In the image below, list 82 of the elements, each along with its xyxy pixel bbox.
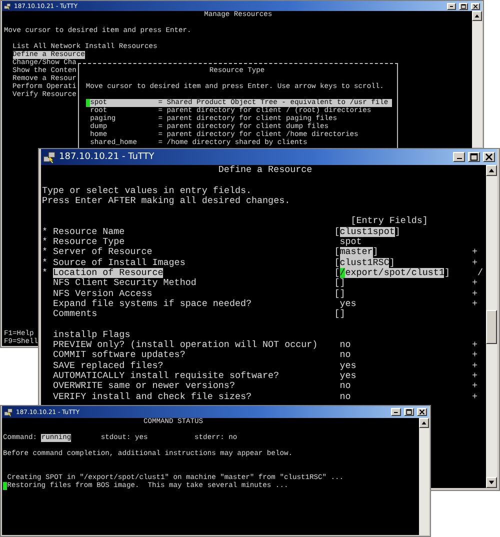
close-button[interactable] [483, 152, 495, 162]
close-icon [419, 409, 425, 415]
minimize-button[interactable] [391, 408, 401, 416]
field-label: VERIFY install and check file sizes? [53, 392, 252, 402]
scrollbar[interactable] [486, 165, 497, 488]
maximize-button[interactable] [459, 2, 468, 10]
field-hint: + [472, 258, 478, 268]
field-value: yes [340, 370, 356, 382]
text-cursor [86, 99, 90, 107]
field-value: yes [340, 360, 356, 371]
required-mark: * [42, 237, 48, 248]
field-label: Expand file systems if space needed? [53, 298, 252, 310]
field-label: AUTOMATICALLY install requisite software? [53, 370, 280, 381]
maximize-button[interactable] [404, 408, 414, 416]
maximize-icon [406, 409, 412, 415]
field-label: SAVE replaced files? [53, 360, 164, 371]
field-value: no [340, 392, 351, 402]
required-mark: * [42, 247, 48, 258]
scroll-up-icon [421, 420, 427, 426]
field-label: Resource Type [53, 237, 125, 248]
field-hint: + [472, 278, 478, 289]
field-hint: + [472, 360, 478, 371]
field-label: Resource Name [53, 226, 125, 238]
close-icon [473, 4, 478, 8]
instruction-text: Type or select values in entry fields. [42, 186, 252, 196]
field-hint: / [478, 268, 484, 278]
field-label: Comments [53, 309, 98, 320]
maximize-button[interactable] [468, 152, 480, 162]
field-value: no [340, 350, 351, 361]
field-hint: + [472, 298, 478, 310]
field-label: NFS Client Security Method [53, 278, 196, 289]
entry-field[interactable]: [] [334, 309, 346, 320]
minimize-icon [456, 158, 462, 159]
minimize-button[interactable] [453, 152, 465, 162]
entry-field[interactable]: [] [334, 278, 346, 289]
scroll-up-button[interactable] [472, 11, 482, 21]
field-value: spot [340, 237, 362, 248]
field-label: Location of Resource [53, 268, 164, 278]
computers-icon [43, 150, 56, 164]
scroll-up-icon [488, 167, 495, 174]
scroll-up-button[interactable] [419, 418, 429, 428]
field-hint: + [472, 370, 478, 382]
field-label: COMMIT software updates? [53, 350, 186, 361]
field-value: no [340, 340, 351, 350]
required-mark: * [42, 226, 48, 237]
scroll-down-button[interactable] [486, 477, 497, 488]
close-button[interactable] [417, 408, 427, 416]
field-hint: + [472, 381, 478, 392]
field-label: Source of Install Images [53, 258, 186, 268]
scroll-up-button[interactable] [486, 165, 497, 176]
scrollbar[interactable] [472, 11, 482, 147]
entry-field[interactable]: [] [334, 288, 346, 299]
column-header: [Entry Fields] [350, 216, 428, 227]
window-title: 187.10.10.21 - TuTTY [59, 152, 156, 162]
section-heading: installp Flags [53, 330, 130, 340]
instruction-text: Press Enter AFTER making all desired changes. [42, 196, 290, 206]
maximize-icon [470, 153, 478, 161]
field-value: yes [340, 298, 356, 309]
scroll-up-icon [474, 13, 480, 19]
field-hint: + [472, 247, 478, 258]
computers-icon [4, 408, 13, 416]
field-hint: + [472, 392, 478, 402]
close-icon [485, 153, 493, 161]
field-label: NFS Version Access [53, 288, 152, 299]
scroll-down-icon [488, 479, 495, 486]
scrollbar[interactable] [419, 418, 429, 535]
minimize-button[interactable] [447, 2, 456, 10]
field-value: no [340, 381, 351, 392]
field-label: Server of Resource [53, 247, 152, 258]
screen-heading: Define a Resource [218, 165, 312, 176]
field-hint: + [472, 340, 478, 350]
field-hint: + [472, 288, 478, 299]
required-mark: * [42, 258, 48, 268]
close-button[interactable] [471, 2, 480, 10]
computers-icon [4, 2, 11, 10]
scroll-thumb[interactable] [486, 310, 497, 344]
field-label: OVERWRITE same or newer versions? [53, 381, 235, 392]
field-hint: + [472, 350, 478, 361]
required-mark: * [42, 268, 48, 278]
minimize-icon [394, 412, 398, 413]
maximize-icon [461, 4, 466, 8]
field-label: PREVIEW only? (install operation will NOT occur) [53, 340, 318, 350]
